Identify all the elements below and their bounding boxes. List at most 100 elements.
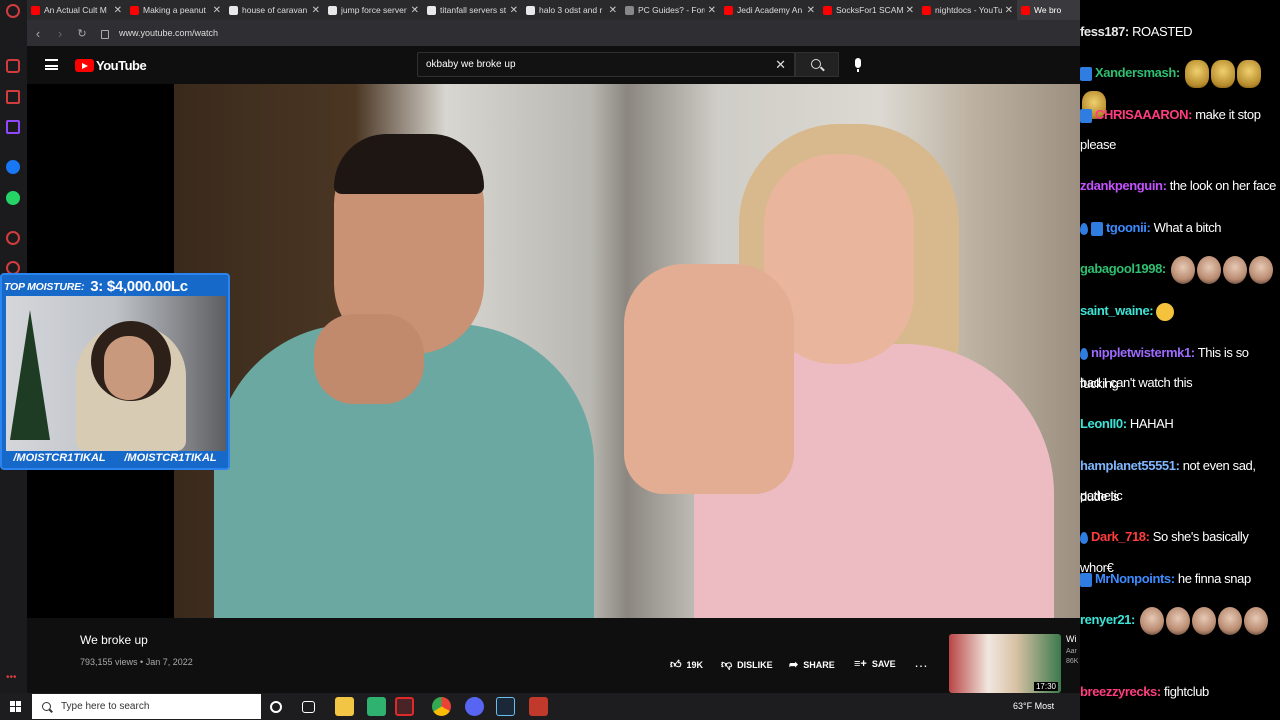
tab-close-icon[interactable]: ✕: [411, 5, 419, 16]
taskbar-search-icon: [42, 702, 51, 711]
chat-username[interactable]: CHRISAAARON:: [1095, 107, 1192, 122]
share-label: SHARE: [803, 659, 835, 670]
twitch-icon[interactable]: [6, 120, 20, 134]
browser-tab[interactable]: SocksFor1 SCAM ✕: [819, 0, 918, 20]
opera-logo-icon[interactable]: [6, 4, 20, 18]
speed-dial-icon[interactable]: [6, 59, 20, 73]
reload-icon[interactable]: ↻: [71, 27, 93, 40]
tab-close-icon[interactable]: ✕: [906, 5, 914, 16]
chat-message: saint_waine:: [1080, 295, 1280, 326]
tab-label: nightdocs - YouTu: [935, 5, 1002, 15]
tab-favicon-icon: [526, 5, 535, 15]
whatsapp-icon[interactable]: [6, 191, 20, 205]
tab-close-icon[interactable]: ✕: [213, 5, 221, 16]
tab-label: We bro: [1034, 5, 1062, 15]
chat-username[interactable]: gabagool1998:: [1080, 261, 1166, 276]
thumbs-down-icon: 👎︎: [721, 659, 733, 671]
messenger-icon[interactable]: [6, 160, 20, 174]
more-icon[interactable]: •••: [6, 672, 17, 683]
tab-close-icon[interactable]: ✕: [807, 5, 815, 16]
taskbar-search[interactable]: Type here to search: [32, 694, 261, 719]
browser-tab[interactable]: halo 3 odst and r ✕: [522, 0, 621, 20]
chat-message: renyer21:: [1080, 604, 1280, 635]
chat-username[interactable]: tgoonii:: [1106, 220, 1151, 235]
chat-username[interactable]: Dark_718:: [1091, 529, 1150, 544]
water-drop-badge-icon: [1080, 347, 1088, 360]
share-button[interactable]: ➦ SHARE: [789, 658, 835, 671]
forward-icon[interactable]: ›: [49, 26, 71, 41]
tab-favicon-icon: [922, 5, 931, 15]
microphone-icon[interactable]: [855, 58, 861, 72]
file-explorer-icon[interactable]: [335, 697, 354, 716]
back-icon[interactable]: ‹: [27, 26, 49, 41]
browser-tab[interactable]: PC Guides? - Foru ✕: [621, 0, 720, 20]
search-button[interactable]: [795, 52, 839, 77]
chat-username[interactable]: renyer21:: [1080, 612, 1135, 627]
tab-close-icon[interactable]: ✕: [312, 5, 320, 16]
youtube-logo[interactable]: YouTube: [75, 58, 147, 73]
subscriber-badge-icon: [1091, 221, 1103, 236]
chat-username[interactable]: saint_waine:: [1080, 303, 1154, 318]
browser-tab[interactable]: Jedi Academy An ✕: [720, 0, 819, 20]
more-actions-icon[interactable]: …: [914, 654, 929, 670]
cortana-icon[interactable]: [270, 701, 282, 713]
app-icon[interactable]: [367, 697, 386, 716]
chat-message: LeonII0: HAHAH: [1080, 408, 1280, 439]
subscriber-badge-icon: [1080, 108, 1092, 123]
browser-tab[interactable]: jump force server ✕: [324, 0, 423, 20]
chrome-icon[interactable]: [432, 697, 451, 716]
chat-username[interactable]: MrNonpoints:: [1095, 571, 1175, 586]
browser-tab[interactable]: house of caravan ✕: [225, 0, 324, 20]
tab-close-icon[interactable]: ✕: [114, 5, 122, 16]
browser-tab[interactable]: We bro: [1017, 0, 1080, 20]
tab-favicon-icon: [229, 5, 238, 15]
chat-username[interactable]: Xandersmash:: [1095, 65, 1180, 80]
tab-close-icon[interactable]: ✕: [609, 5, 617, 16]
view-count: 793,155 views: [80, 657, 138, 667]
save-button[interactable]: ≡+ SAVE: [854, 658, 896, 670]
tab-close-icon[interactable]: ✕: [1005, 5, 1013, 16]
tab-close-icon[interactable]: ✕: [510, 5, 518, 16]
next-video-thumbnail[interactable]: 17:30: [949, 634, 1061, 693]
chat-message: zdankpenguin: the look on her face: [1080, 170, 1280, 201]
weather-widget[interactable]: 63°F Most: [1013, 701, 1054, 711]
search-input[interactable]: okbaby we broke up: [426, 59, 516, 70]
chat-username[interactable]: fess187:: [1080, 24, 1129, 39]
subscriber-badge-icon: [1080, 572, 1092, 587]
browser-tab[interactable]: titanfall servers st ✕: [423, 0, 522, 20]
browser-tab[interactable]: An Actual Cult M ✕: [27, 0, 126, 20]
steam-icon[interactable]: [496, 697, 515, 716]
water-drop-badge-icon: [1080, 531, 1088, 544]
task-view-icon[interactable]: [302, 701, 315, 713]
chat-username[interactable]: breezzyrecks:: [1080, 684, 1161, 699]
clear-search-icon[interactable]: ✕: [775, 57, 786, 73]
windows-start-icon[interactable]: [10, 701, 21, 712]
chat-username[interactable]: nippletwistermk1:: [1091, 345, 1195, 360]
search-box[interactable]: okbaby we broke up ✕: [417, 52, 795, 77]
chat-username[interactable]: LeonII0:: [1080, 416, 1127, 431]
next-video-title[interactable]: Wi: [1066, 634, 1077, 644]
dislike-button[interactable]: 👎︎ DISLIKE: [721, 658, 773, 671]
browser-tab[interactable]: Making a peanut ✕: [126, 0, 225, 20]
tab-label: jump force server: [341, 5, 407, 15]
url-field[interactable]: www.youtube.com/watch: [119, 28, 218, 38]
chat-text: fightclub: [1164, 684, 1209, 699]
player-icon[interactable]: [6, 231, 20, 245]
like-button[interactable]: 👍︎ 19K: [670, 658, 703, 671]
youtube-logo-text: YouTube: [96, 58, 147, 73]
chat-message: gabagool1998:: [1080, 253, 1280, 284]
game-icon[interactable]: [529, 697, 548, 716]
chat-message: fess187: ROASTED: [1080, 16, 1280, 47]
chat-username[interactable]: zdankpenguin:: [1080, 178, 1167, 193]
menu-icon[interactable]: [45, 59, 58, 70]
next-video-duration: 17:30: [1033, 682, 1058, 691]
chat-message: pathetic: [1080, 480, 1280, 511]
chat-username[interactable]: hamplanet55551:: [1080, 458, 1180, 473]
bag-icon[interactable]: [6, 90, 20, 104]
video-info: We broke up 793,155 views • Jan 7, 2022 …: [27, 618, 1080, 693]
opera-gx-icon[interactable]: [395, 697, 414, 716]
discord-icon[interactable]: [465, 697, 484, 716]
browser-tab[interactable]: nightdocs - YouTu ✕: [918, 0, 1017, 20]
tab-close-icon[interactable]: ✕: [708, 5, 716, 16]
man-hair: [334, 134, 484, 194]
